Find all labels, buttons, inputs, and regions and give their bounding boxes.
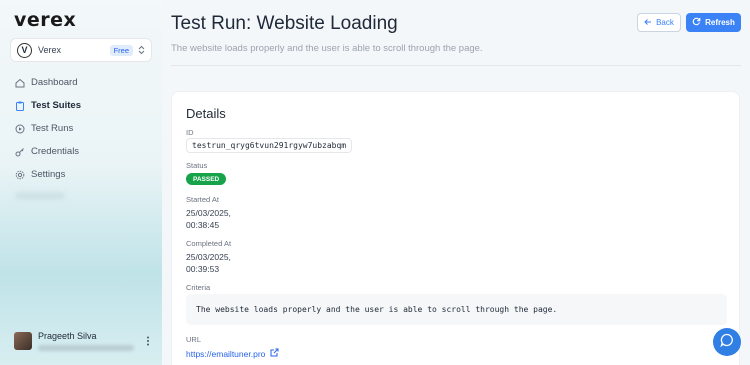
chat-button[interactable] bbox=[713, 328, 741, 356]
sidebar-item-test-runs[interactable]: Test Runs bbox=[10, 117, 152, 140]
id-value[interactable]: testrun_qryg6tvun291rgyw7ubzabqm bbox=[186, 138, 353, 153]
avatar bbox=[14, 332, 32, 350]
sidebar-item-label: Dashboard bbox=[31, 77, 78, 88]
refresh-label: Refresh bbox=[705, 18, 735, 27]
sidebar-item-label: Test Runs bbox=[31, 123, 74, 134]
started-label: Started At bbox=[186, 195, 219, 204]
page-subtitle: The website loads properly and the user … bbox=[171, 43, 483, 54]
id-label: ID bbox=[186, 128, 194, 137]
refresh-icon bbox=[692, 17, 701, 28]
sidebar-item-test-suites[interactable]: Test Suites bbox=[10, 94, 152, 117]
arrow-left-icon bbox=[644, 18, 652, 28]
org-selector[interactable]: V Verex Free bbox=[10, 38, 152, 62]
play-circle-icon bbox=[15, 124, 25, 134]
main-content: Test Run: Website Loading The website lo… bbox=[162, 0, 750, 365]
sidebar-nav: Dashboard Test Suites Test Runs Credenti… bbox=[10, 71, 152, 200]
completed-date: 25/03/2025, bbox=[186, 252, 231, 262]
url-link[interactable]: https://emailtuner.pro bbox=[186, 348, 279, 359]
sidebar-item-obscured[interactable] bbox=[15, 192, 65, 200]
criteria-label: Criteria bbox=[186, 283, 211, 292]
sidebar: verex V Verex Free Dashboard Test Suites… bbox=[0, 0, 162, 365]
clipboard-icon bbox=[15, 101, 25, 111]
external-link-icon bbox=[270, 348, 279, 359]
status-label: Status bbox=[186, 161, 208, 170]
sidebar-item-credentials[interactable]: Credentials bbox=[10, 140, 152, 163]
chat-bubble-icon bbox=[720, 333, 734, 352]
url-text: https://emailtuner.pro bbox=[186, 348, 266, 359]
back-button[interactable]: Back bbox=[637, 13, 681, 32]
chevron-updown-icon bbox=[138, 45, 145, 55]
completed-label: Completed At bbox=[186, 239, 232, 248]
sidebar-item-label: Credentials bbox=[31, 146, 80, 157]
back-label: Back bbox=[656, 18, 674, 27]
user-name: Prageeth Silva bbox=[38, 331, 97, 341]
gear-icon bbox=[15, 170, 25, 180]
started-time: 00:38:45 bbox=[186, 220, 220, 230]
user-email-obscured bbox=[38, 345, 134, 351]
criteria-value: The website loads properly and the user … bbox=[186, 294, 727, 325]
sidebar-item-dashboard[interactable]: Dashboard bbox=[10, 71, 152, 94]
details-title: Details bbox=[186, 106, 226, 121]
org-avatar: V bbox=[17, 42, 32, 58]
sidebar-item-settings[interactable]: Settings bbox=[10, 163, 152, 186]
sidebar-item-label: Settings bbox=[31, 169, 66, 180]
sidebar-item-label: Test Suites bbox=[31, 100, 81, 111]
refresh-button[interactable]: Refresh bbox=[686, 13, 741, 32]
more-vertical-icon[interactable] bbox=[143, 336, 154, 346]
status-badge: PASSED bbox=[186, 173, 227, 185]
user-profile[interactable]: Prageeth Silva bbox=[14, 331, 154, 351]
details-card: Details ID testrun_qryg6tvun291rgyw7ubza… bbox=[171, 91, 740, 365]
page-title: Test Run: Website Loading bbox=[171, 13, 398, 34]
key-icon bbox=[15, 147, 25, 157]
app-logo[interactable]: verex bbox=[14, 9, 76, 31]
home-icon bbox=[15, 78, 25, 88]
url-label: URL bbox=[186, 335, 202, 344]
completed-time: 00:39:53 bbox=[186, 264, 220, 274]
plan-badge: Free bbox=[109, 44, 133, 56]
started-date: 25/03/2025, bbox=[186, 208, 231, 218]
header-divider bbox=[171, 65, 741, 66]
org-name: Verex bbox=[38, 45, 62, 55]
